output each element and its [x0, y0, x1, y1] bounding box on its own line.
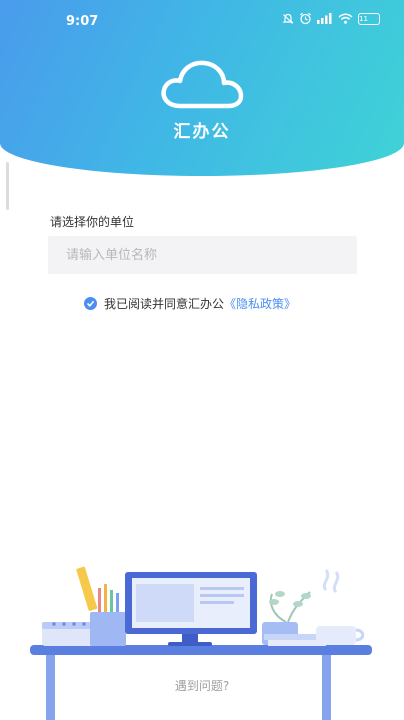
status-time: 9:07 — [66, 14, 99, 29]
agreement-text: 我已阅读并同意汇办公 — [104, 297, 225, 311]
help-link[interactable]: 遇到问题? — [0, 677, 404, 694]
check-icon — [86, 300, 95, 307]
cloud-icon — [161, 60, 244, 109]
unit-label: 请选择你的单位 — [50, 215, 135, 229]
desk-illustration — [30, 566, 372, 720]
agreement-checkbox[interactable] — [84, 297, 97, 310]
status-icons: 11 — [282, 12, 380, 25]
app-name: 汇办公 — [173, 122, 231, 142]
wifi-icon — [338, 13, 353, 24]
alarm-icon — [299, 12, 312, 25]
agreement-row: 我已阅读并同意汇办公 《隐私政策》 — [84, 295, 296, 312]
scroll-indicator — [6, 162, 9, 210]
signal-icon — [317, 13, 333, 24]
status-bar: 9:07 11 — [0, 0, 404, 44]
battery-icon: 11 — [358, 12, 380, 25]
mute-icon — [282, 13, 294, 25]
privacy-policy-link[interactable]: 《隐私政策》 — [224, 295, 296, 312]
unit-name-input[interactable] — [48, 236, 357, 274]
